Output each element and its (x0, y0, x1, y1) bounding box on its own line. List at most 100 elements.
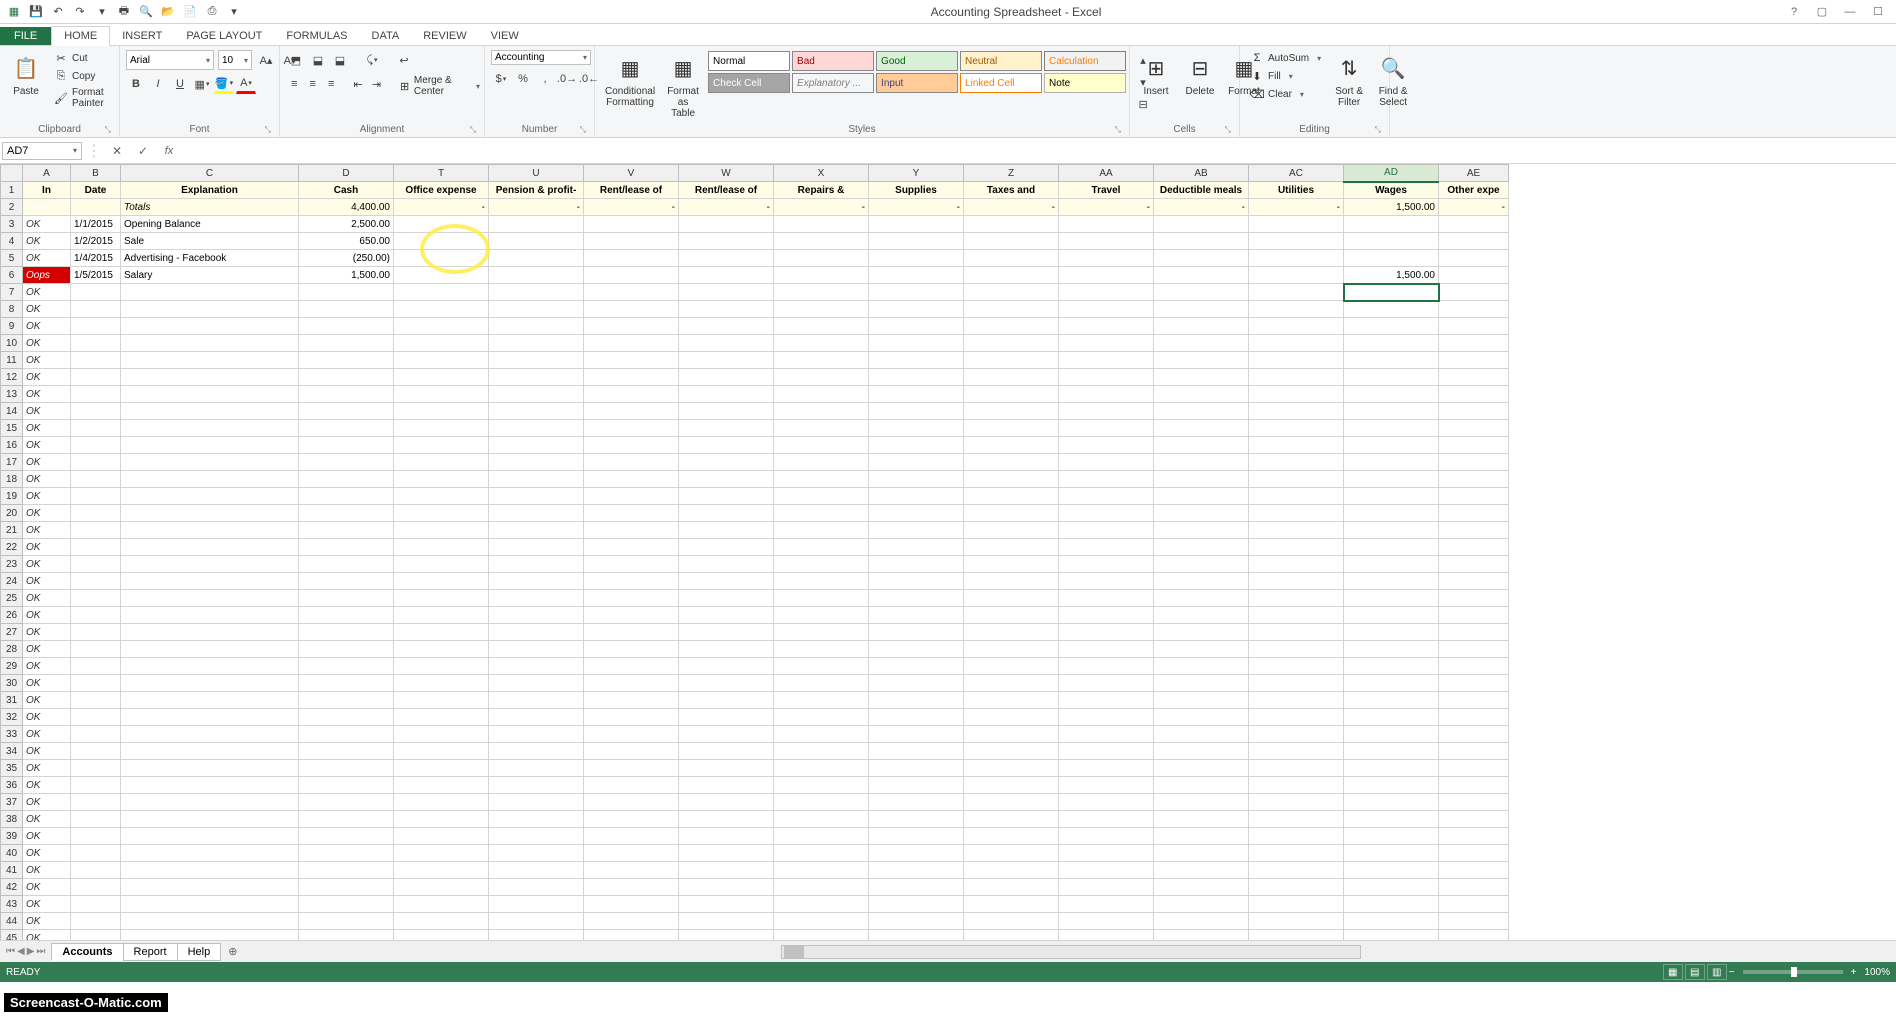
cell-X33[interactable] (774, 726, 869, 743)
cell-B36[interactable] (71, 777, 121, 794)
cell-C8[interactable] (121, 301, 299, 318)
cell-Z5[interactable] (964, 250, 1059, 267)
col-header-B[interactable]: B (71, 165, 121, 182)
cell-C15[interactable] (121, 420, 299, 437)
cell-A30[interactable]: OK (23, 675, 71, 692)
col-header-W[interactable]: W (679, 165, 774, 182)
cell-AC11[interactable] (1249, 352, 1344, 369)
cell-AB13[interactable] (1154, 386, 1249, 403)
row-header-1[interactable]: 1 (1, 182, 23, 199)
col-header-AE[interactable]: AE (1439, 165, 1509, 182)
cell-AA38[interactable] (1059, 811, 1154, 828)
cell-U29[interactable] (489, 658, 584, 675)
cell-Y27[interactable] (869, 624, 964, 641)
totals-cell[interactable] (71, 199, 121, 216)
header-cell[interactable]: In (23, 182, 71, 199)
totals-cell[interactable]: - (1154, 199, 1249, 216)
row-header-44[interactable]: 44 (1, 913, 23, 930)
cell-T5[interactable] (394, 250, 489, 267)
cell-B19[interactable] (71, 488, 121, 505)
cell-D41[interactable] (299, 862, 394, 879)
cell-V21[interactable] (584, 522, 679, 539)
cell-T17[interactable] (394, 454, 489, 471)
cell-AA3[interactable] (1059, 216, 1154, 233)
cell-AA21[interactable] (1059, 522, 1154, 539)
cell-C13[interactable] (121, 386, 299, 403)
cell-D44[interactable] (299, 913, 394, 930)
cell-AA7[interactable] (1059, 284, 1154, 301)
totals-cell[interactable]: - (1439, 199, 1509, 216)
sheet-tab-accounts[interactable]: Accounts (51, 943, 123, 961)
cell-V14[interactable] (584, 403, 679, 420)
cell-AE23[interactable] (1439, 556, 1509, 573)
cell-V5[interactable] (584, 250, 679, 267)
cell-V17[interactable] (584, 454, 679, 471)
cell-U30[interactable] (489, 675, 584, 692)
zoom-in-icon[interactable]: + (1851, 967, 1857, 978)
cell-AD36[interactable] (1344, 777, 1439, 794)
cell-T45[interactable] (394, 930, 489, 941)
cell-Z7[interactable] (964, 284, 1059, 301)
cell-AA43[interactable] (1059, 896, 1154, 913)
cell-AC18[interactable] (1249, 471, 1344, 488)
cell-AE38[interactable] (1439, 811, 1509, 828)
cell-T34[interactable] (394, 743, 489, 760)
cell-B13[interactable] (71, 386, 121, 403)
cell-AE29[interactable] (1439, 658, 1509, 675)
cell-AA44[interactable] (1059, 913, 1154, 930)
row-header-39[interactable]: 39 (1, 828, 23, 845)
cell-D18[interactable] (299, 471, 394, 488)
cell-AC12[interactable] (1249, 369, 1344, 386)
cell-B28[interactable] (71, 641, 121, 658)
cell-X11[interactable] (774, 352, 869, 369)
cell-AE4[interactable] (1439, 233, 1509, 250)
header-cell[interactable]: Deductible meals (1154, 182, 1249, 199)
cell-T33[interactable] (394, 726, 489, 743)
row-header-40[interactable]: 40 (1, 845, 23, 862)
cell-AC13[interactable] (1249, 386, 1344, 403)
cell-AD12[interactable] (1344, 369, 1439, 386)
cell-W8[interactable] (679, 301, 774, 318)
cell-U27[interactable] (489, 624, 584, 641)
totals-cell[interactable]: - (394, 199, 489, 216)
cell-U8[interactable] (489, 301, 584, 318)
cell-AE34[interactable] (1439, 743, 1509, 760)
cell-C30[interactable] (121, 675, 299, 692)
select-all-cell[interactable] (1, 165, 23, 182)
row-header-37[interactable]: 37 (1, 794, 23, 811)
cell-B39[interactable] (71, 828, 121, 845)
tab-view[interactable]: VIEW (479, 27, 531, 45)
cell-AA24[interactable] (1059, 573, 1154, 590)
cell-W36[interactable] (679, 777, 774, 794)
cell-V9[interactable] (584, 318, 679, 335)
row-header-11[interactable]: 11 (1, 352, 23, 369)
cell-T25[interactable] (394, 590, 489, 607)
cell-AD38[interactable] (1344, 811, 1439, 828)
row-header-4[interactable]: 4 (1, 233, 23, 250)
cell-X24[interactable] (774, 573, 869, 590)
cell-AB4[interactable] (1154, 233, 1249, 250)
cell-Z18[interactable] (964, 471, 1059, 488)
cell-B14[interactable] (71, 403, 121, 420)
cell-X6[interactable] (774, 267, 869, 284)
style-linked-cell[interactable]: Linked Cell (960, 73, 1042, 93)
zoom-out-icon[interactable]: − (1729, 967, 1735, 978)
cell-D36[interactable] (299, 777, 394, 794)
cell-AB28[interactable] (1154, 641, 1249, 658)
cell-B22[interactable] (71, 539, 121, 556)
cell-W25[interactable] (679, 590, 774, 607)
header-cell[interactable]: Utilities (1249, 182, 1344, 199)
cell-T23[interactable] (394, 556, 489, 573)
cell-C33[interactable] (121, 726, 299, 743)
cell-B25[interactable] (71, 590, 121, 607)
cell-V18[interactable] (584, 471, 679, 488)
cell-U45[interactable] (489, 930, 584, 941)
cell-V42[interactable] (584, 879, 679, 896)
cell-C12[interactable] (121, 369, 299, 386)
cell-AB15[interactable] (1154, 420, 1249, 437)
cell-W20[interactable] (679, 505, 774, 522)
cell-AA35[interactable] (1059, 760, 1154, 777)
cell-U10[interactable] (489, 335, 584, 352)
cell-V40[interactable] (584, 845, 679, 862)
cell-T32[interactable] (394, 709, 489, 726)
